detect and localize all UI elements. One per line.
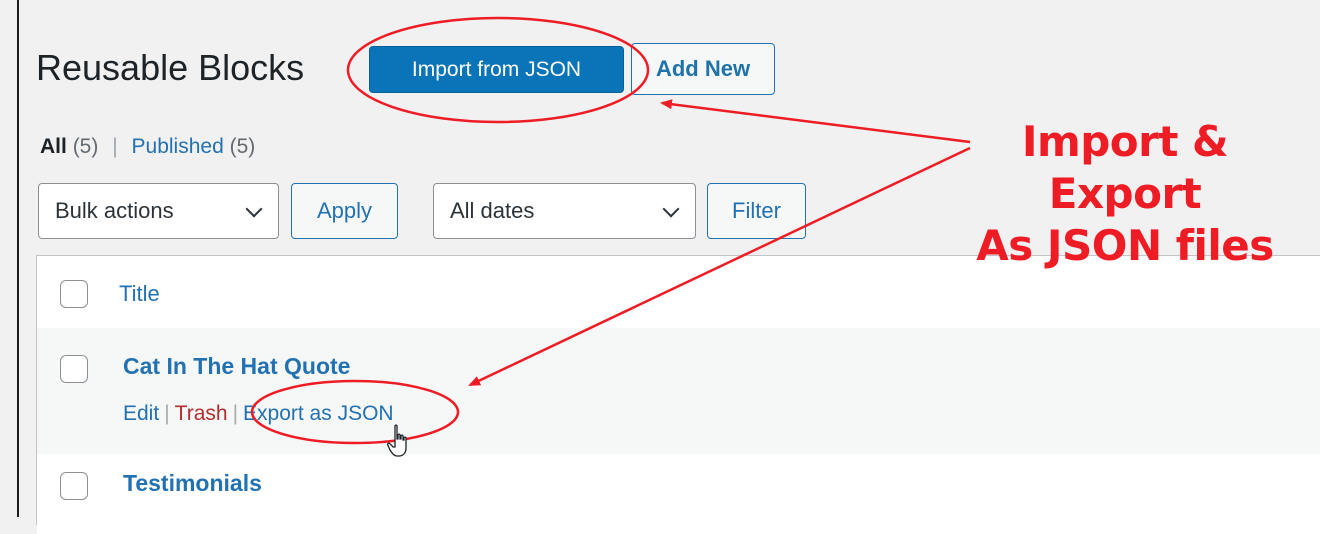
import-from-json-button[interactable]: Import from JSON	[369, 46, 624, 93]
table-row: Testimonials	[37, 454, 1320, 534]
apply-button[interactable]: Apply	[291, 183, 398, 239]
export-as-json-link[interactable]: Export as JSON	[243, 402, 394, 425]
edit-link[interactable]: Edit	[123, 402, 159, 425]
row-actions: Edit | Trash | Export as JSON	[123, 402, 394, 426]
arrow-to-import	[660, 99, 971, 144]
action-separator: |	[164, 402, 170, 425]
select-all-checkbox[interactable]	[60, 280, 88, 308]
filter-published-count: (5)	[229, 135, 256, 158]
window-border	[17, 0, 19, 517]
bulk-actions-value: Bulk actions	[55, 198, 174, 223]
annotation-line-2: As JSON files	[976, 221, 1274, 270]
filter-published-link[interactable]: Published	[132, 135, 224, 158]
chevron-down-icon	[248, 203, 260, 215]
add-new-button[interactable]: Add New	[631, 43, 775, 95]
column-title-header[interactable]: Title	[119, 281, 160, 307]
row-checkbox[interactable]	[60, 355, 88, 383]
row-title-link[interactable]: Testimonials	[123, 470, 262, 497]
dates-select[interactable]: All dates	[433, 183, 696, 239]
trash-link[interactable]: Trash	[175, 402, 228, 425]
action-separator: |	[232, 402, 239, 425]
row-checkbox[interactable]	[60, 472, 88, 500]
table-row: Cat In The Hat Quote Edit | Trash | Export a…	[37, 328, 1320, 455]
filter-button[interactable]: Filter	[707, 183, 806, 239]
status-filter-links: All (5) | Published (5)	[40, 135, 255, 159]
dates-value: All dates	[450, 198, 535, 223]
row-title-link[interactable]: Cat In The Hat Quote	[123, 353, 350, 380]
bulk-actions-select[interactable]: Bulk actions	[38, 183, 279, 239]
filter-all-count: (5)	[72, 135, 99, 158]
page-title: Reusable Blocks	[36, 47, 305, 88]
annotation-line-1: Import & Export	[1021, 117, 1229, 218]
annotation-callout: Import & Export As JSON files	[960, 116, 1290, 272]
blocks-table: Title Cat In The Hat Quote Edit | Trash | Ex…	[36, 255, 1320, 534]
hand-pointer-icon	[387, 424, 407, 457]
filter-all-label[interactable]: All	[40, 135, 67, 158]
chevron-down-icon	[665, 203, 677, 215]
filter-separator: |	[112, 135, 118, 158]
